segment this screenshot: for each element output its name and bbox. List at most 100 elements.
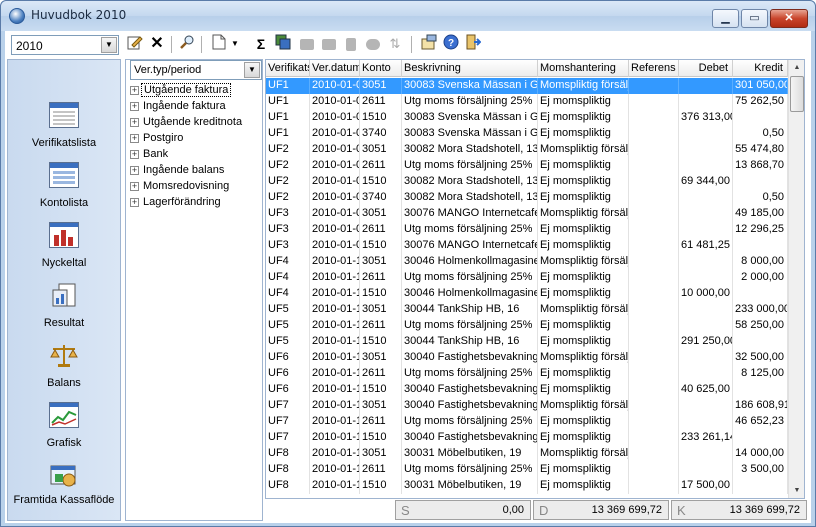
toolbar: ✕ ▼ Σ ⇅ ? (125, 33, 525, 55)
tree-item[interactable]: + Ingående balans (130, 164, 226, 180)
table-cell (629, 126, 679, 142)
table-row[interactable]: UF2 2010-01-0 3740 30082 Mora Stadshotell, … (266, 190, 788, 206)
dropdown-arrow-icon[interactable]: ▼ (229, 34, 241, 54)
sidebar-item-balans[interactable]: Balans (8, 342, 120, 389)
table-row[interactable]: UF3 2010-01-0 3051 30076 MANGO Internetcafe… (266, 206, 788, 222)
year-select[interactable]: 2010 ▼ (11, 35, 119, 55)
sidebar-item-verifikatslista[interactable]: Verifikatslista (8, 102, 120, 149)
scrollbar-thumb[interactable] (790, 76, 804, 112)
tree-item[interactable]: + Bank (130, 148, 170, 164)
table-cell: UF7 (266, 398, 310, 414)
expand-icon[interactable]: + (130, 165, 139, 175)
tree-item[interactable]: + Ingående faktura (130, 100, 228, 116)
tree-item[interactable]: + Utgående kreditnota (130, 116, 244, 132)
table-cell: 233 000,00 (733, 302, 788, 318)
title-bar[interactable]: Huvudbok 2010 ▁ ▭ ✕ (1, 1, 815, 31)
sidebar-item-kassaflode[interactable]: Framtida Kassaflöde (8, 462, 120, 507)
close-button[interactable]: ✕ (770, 9, 808, 28)
column-header[interactable]: Ver.datum (310, 60, 360, 77)
table-cell: 61 481,25 (679, 238, 733, 254)
delete-icon[interactable]: ✕ (147, 34, 167, 54)
table-row[interactable]: UF7 2010-01-1 3051 30040 Fastighetsbevaknin… (266, 398, 788, 414)
table-row[interactable]: UF7 2010-01-1 2611 Utg moms försäljning 25%… (266, 414, 788, 430)
sidebar-item-grafisk[interactable]: Grafisk (8, 402, 120, 449)
table-cell: 30083 Svenska Mässan i G (402, 126, 538, 142)
table-row[interactable]: UF5 2010-01-1 1510 30044 TankShip HB, 16 Ej … (266, 334, 788, 350)
table-row[interactable]: UF6 2010-01-1 3051 30040 Fastighetsbevaknin… (266, 350, 788, 366)
expand-icon[interactable]: + (130, 197, 139, 207)
table-cell (629, 366, 679, 382)
table-cell: 2010-01-1 (310, 414, 360, 430)
sidebar-item-resultat[interactable]: Resultat (8, 282, 120, 329)
column-header[interactable]: Verifikats (266, 60, 310, 77)
table-row[interactable]: UF4 2010-01-1 2611 Utg moms försäljning 25%… (266, 270, 788, 286)
table-cell: Momspliktig försälj (538, 78, 629, 94)
scroll-down-icon[interactable]: ▼ (790, 483, 804, 498)
expand-icon[interactable]: + (130, 101, 139, 111)
expand-icon[interactable]: + (130, 85, 139, 95)
expand-icon[interactable]: + (130, 133, 139, 143)
column-header[interactable]: Momshantering (538, 60, 629, 77)
table-row[interactable]: UF1 2010-01-0 1510 30083 Svenska Mässan i G… (266, 110, 788, 126)
tree-filter-select[interactable]: Ver.typ/period ▼ (130, 60, 262, 80)
table-cell: Ej momspliktig (538, 270, 629, 286)
exit-icon[interactable] (463, 34, 483, 54)
table-cell: 30082 Mora Stadshotell, 13 (402, 142, 538, 158)
table-cell: 55 474,80 (733, 142, 788, 158)
table-row[interactable]: UF1 2010-01-0 2611 Utg moms försäljning 25%… (266, 94, 788, 110)
table-cell: UF4 (266, 286, 310, 302)
tree-item[interactable]: + Lagerförändring (130, 196, 223, 212)
table-row[interactable]: UF2 2010-01-0 1510 30082 Mora Stadshotell, … (266, 174, 788, 190)
sidebar-item-nyckeltal[interactable]: Nyckeltal (8, 222, 120, 269)
document-icon[interactable] (209, 34, 229, 54)
table-cell: 30083 Svenska Mässan i G (402, 78, 538, 94)
table-row[interactable]: UF2 2010-01-0 3051 30082 Mora Stadshotell, … (266, 142, 788, 158)
vertical-scrollbar[interactable]: ▲ ▼ (788, 60, 804, 498)
table-row[interactable]: UF1 2010-01-0 3051 30083 Svenska Mässan i G… (266, 78, 788, 94)
sum-icon[interactable]: Σ (251, 34, 271, 54)
table-row[interactable]: UF5 2010-01-1 3051 30044 TankShip HB, 16 Mom… (266, 302, 788, 318)
report-icon[interactable] (273, 34, 293, 54)
table-cell: 2611 (360, 318, 402, 334)
search-icon[interactable] (177, 34, 197, 54)
table-row[interactable]: UF7 2010-01-1 1510 30040 Fastighetsbevaknin… (266, 430, 788, 446)
column-header[interactable]: Kredit (733, 60, 788, 77)
column-header[interactable]: Debet (679, 60, 733, 77)
tree-item[interactable]: + Postgiro (130, 132, 185, 148)
tree-item[interactable]: + Momsredovisning (130, 180, 231, 196)
table-row[interactable]: UF8 2010-01-1 2611 Utg moms försäljning 25%… (266, 462, 788, 478)
table-row[interactable]: UF2 2010-01-0 2611 Utg moms försäljning 25%… (266, 158, 788, 174)
table-row[interactable]: UF6 2010-01-1 2611 Utg moms försäljning 25%… (266, 366, 788, 382)
maximize-button[interactable]: ▭ (741, 9, 768, 28)
table-cell (679, 126, 733, 142)
chevron-down-icon[interactable]: ▼ (244, 62, 260, 78)
table-cell (629, 270, 679, 286)
table-row[interactable]: UF3 2010-01-0 1510 30076 MANGO Internetcafe… (266, 238, 788, 254)
table-row[interactable]: UF1 2010-01-0 3740 30083 Svenska Mässan i G… (266, 126, 788, 142)
tree-item[interactable]: + Utgående faktura (130, 83, 232, 100)
table-cell: 2010-01-1 (310, 350, 360, 366)
minimize-button[interactable]: ▁ (712, 9, 739, 28)
table-row[interactable]: UF3 2010-01-0 2611 Utg moms försäljning 25%… (266, 222, 788, 238)
expand-icon[interactable]: + (130, 149, 139, 159)
table-cell (629, 414, 679, 430)
expand-icon[interactable]: + (130, 181, 139, 191)
table-row[interactable]: UF8 2010-01-1 1510 30031 Möbelbutiken, 19 Ej… (266, 478, 788, 494)
help-icon[interactable]: ? (441, 34, 461, 54)
main-window: Huvudbok 2010 ▁ ▭ ✕ 2010 ▼ ✕ ▼ Σ ⇅ ? Ver… (0, 0, 816, 527)
expand-icon[interactable]: + (130, 117, 139, 127)
table-row[interactable]: UF6 2010-01-1 1510 30040 Fastighetsbevaknin… (266, 382, 788, 398)
table-row[interactable]: UF8 2010-01-1 3051 30031 Möbelbutiken, 19 Mo… (266, 446, 788, 462)
table-row[interactable]: UF5 2010-01-1 2611 Utg moms försäljning 25%… (266, 318, 788, 334)
table-row[interactable]: UF4 2010-01-1 3051 30046 Holmenkollmagasine… (266, 254, 788, 270)
table-cell: 14 000,00 (733, 446, 788, 462)
chevron-down-icon[interactable]: ▼ (101, 37, 117, 53)
column-header[interactable]: Konto (360, 60, 402, 77)
scroll-up-icon[interactable]: ▲ (790, 60, 804, 75)
column-header[interactable]: Referens (629, 60, 679, 77)
sidebar-item-kontolista[interactable]: Kontolista (8, 162, 120, 209)
settings-icon[interactable] (419, 34, 439, 54)
table-row[interactable]: UF4 2010-01-1 1510 30046 Holmenkollmagasine… (266, 286, 788, 302)
column-header[interactable]: Beskrivning (402, 60, 538, 77)
edit-icon[interactable] (125, 34, 145, 54)
